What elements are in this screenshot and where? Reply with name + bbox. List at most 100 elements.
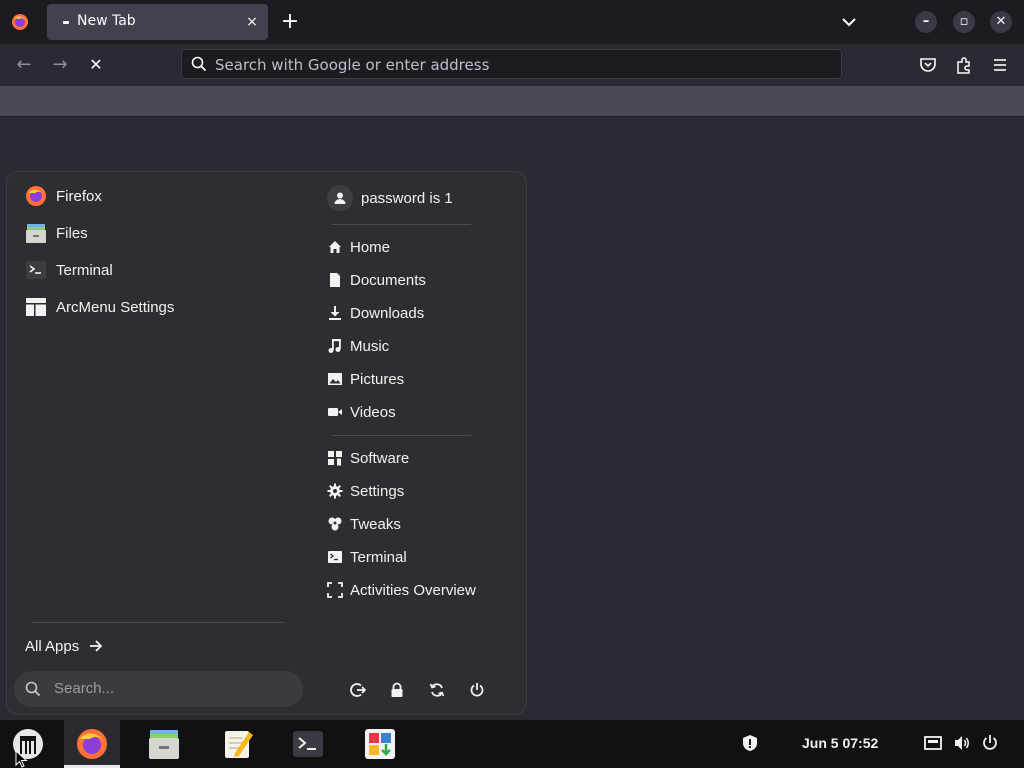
files-icon bbox=[149, 730, 179, 759]
list-all-tabs-chevron-down-icon[interactable] bbox=[838, 12, 860, 32]
terminal-icon bbox=[293, 731, 323, 757]
taskbar: Jun 5 07:52 bbox=[0, 720, 1024, 768]
activities-icon bbox=[327, 582, 343, 598]
files-icon bbox=[26, 224, 46, 243]
place-label: Videos bbox=[350, 403, 396, 421]
stop-button[interactable]: ✕ bbox=[84, 54, 108, 76]
firefox-icon bbox=[77, 729, 107, 759]
place-label: Tweaks bbox=[350, 515, 401, 533]
clock[interactable]: Jun 5 07:52 bbox=[802, 735, 878, 751]
place-item-activities-overview[interactable]: Activities Overview bbox=[327, 577, 476, 603]
logout-icon bbox=[350, 683, 366, 697]
place-item-settings[interactable]: Settings bbox=[327, 478, 404, 504]
taskbar-text-editor[interactable] bbox=[218, 724, 258, 764]
firefox-icon bbox=[26, 186, 46, 206]
taskbar-firefox[interactable] bbox=[72, 724, 112, 764]
menu-search-placeholder: Search... bbox=[54, 680, 115, 697]
browser-tab-bar: New Tab × + – ▫ ✕ bbox=[0, 0, 1024, 44]
toolbar-strip bbox=[0, 86, 1024, 117]
app-item-arcmenu-settings[interactable]: ArcMenu Settings bbox=[25, 292, 174, 322]
firefox-menu-icon[interactable] bbox=[10, 12, 30, 32]
minimize-button[interactable]: – bbox=[915, 11, 937, 33]
app-label: Terminal bbox=[56, 261, 113, 279]
new-tab-button[interactable]: + bbox=[278, 10, 302, 34]
volume-icon[interactable] bbox=[953, 734, 971, 752]
avatar bbox=[327, 185, 353, 211]
place-label: Terminal bbox=[350, 548, 407, 566]
browser-nav-bar: ← → ✕ Search with Google or enter addres… bbox=[0, 44, 1024, 86]
all-apps-button[interactable]: All Apps bbox=[25, 634, 103, 658]
place-label: Pictures bbox=[350, 370, 405, 388]
divider bbox=[32, 622, 285, 623]
terminal-icon bbox=[328, 551, 342, 563]
app-label: ArcMenu Settings bbox=[56, 298, 175, 316]
music-icon bbox=[328, 339, 341, 353]
back-button[interactable]: ← bbox=[12, 54, 36, 76]
tab-title: New Tab bbox=[77, 13, 136, 29]
forward-button[interactable]: → bbox=[48, 54, 72, 76]
taskbar-terminal[interactable] bbox=[288, 724, 328, 764]
arcmenu-settings-icon bbox=[26, 298, 46, 316]
menu-search-input[interactable]: Search... bbox=[14, 671, 303, 707]
place-item-music[interactable]: Music bbox=[327, 333, 389, 359]
place-item-downloads[interactable]: Downloads bbox=[327, 300, 424, 326]
app-item-files[interactable]: Files bbox=[25, 218, 88, 248]
restart-button[interactable] bbox=[426, 679, 448, 701]
lock-button[interactable] bbox=[386, 679, 408, 701]
place-item-tweaks[interactable]: Tweaks bbox=[327, 511, 401, 537]
search-icon bbox=[191, 56, 207, 72]
software-icon bbox=[365, 729, 395, 759]
divider bbox=[331, 224, 471, 225]
restart-icon bbox=[429, 683, 445, 697]
pocket-icon[interactable] bbox=[918, 55, 938, 75]
hamburger-menu-icon[interactable] bbox=[990, 55, 1010, 75]
arrow-right-icon bbox=[90, 640, 103, 652]
app-item-firefox[interactable]: Firefox bbox=[25, 181, 102, 211]
place-item-home[interactable]: Home bbox=[327, 234, 390, 260]
place-label: Settings bbox=[350, 482, 405, 500]
place-item-terminal[interactable]: Terminal bbox=[327, 544, 407, 570]
software-icon bbox=[328, 451, 342, 466]
app-item-terminal[interactable]: Terminal bbox=[25, 255, 113, 285]
place-label: Software bbox=[350, 449, 410, 467]
network-icon[interactable] bbox=[924, 734, 942, 752]
place-item-videos[interactable]: Videos bbox=[327, 399, 396, 425]
place-item-documents[interactable]: Documents bbox=[327, 267, 426, 293]
place-item-software[interactable]: Software bbox=[327, 445, 409, 471]
settings-icon bbox=[327, 483, 343, 499]
document-icon bbox=[330, 273, 340, 287]
search-icon bbox=[25, 681, 41, 697]
logout-button[interactable] bbox=[347, 679, 369, 701]
shield-icon[interactable] bbox=[741, 734, 759, 752]
power-icon bbox=[470, 683, 484, 697]
app-label: Firefox bbox=[56, 187, 102, 205]
home-icon bbox=[329, 241, 341, 253]
tweaks-icon bbox=[328, 517, 342, 531]
extensions-puzzle-icon[interactable] bbox=[954, 55, 974, 75]
place-label: Home bbox=[350, 238, 391, 256]
url-bar[interactable]: Search with Google or enter address bbox=[181, 49, 842, 79]
power-icon[interactable] bbox=[981, 734, 999, 752]
download-icon bbox=[329, 306, 341, 320]
place-label: Activities Overview bbox=[350, 581, 476, 599]
picture-icon bbox=[328, 373, 342, 385]
all-apps-label: All Apps bbox=[25, 637, 80, 655]
app-label: Files bbox=[56, 224, 88, 242]
maximize-button[interactable]: ▫ bbox=[953, 11, 975, 33]
text-editor-icon bbox=[225, 731, 253, 758]
tab-new-tab[interactable]: New Tab × bbox=[47, 4, 268, 40]
power-off-button[interactable] bbox=[466, 679, 488, 701]
user-button[interactable]: password is 1 bbox=[327, 184, 453, 212]
place-item-pictures[interactable]: Pictures bbox=[327, 366, 404, 392]
close-window-button[interactable]: ✕ bbox=[990, 11, 1012, 33]
user-name: password is 1 bbox=[361, 189, 453, 207]
place-label: Documents bbox=[350, 271, 426, 289]
taskbar-software[interactable] bbox=[360, 724, 400, 764]
tab-close-button[interactable]: × bbox=[242, 12, 262, 32]
taskbar-files[interactable] bbox=[144, 724, 184, 764]
divider bbox=[331, 435, 471, 436]
url-bar-placeholder: Search with Google or enter address bbox=[215, 56, 490, 74]
arcmenu-panel: Firefox Files Terminal ArcMenu Settings … bbox=[6, 171, 527, 715]
place-label: Downloads bbox=[350, 304, 425, 322]
terminal-icon bbox=[26, 261, 46, 279]
